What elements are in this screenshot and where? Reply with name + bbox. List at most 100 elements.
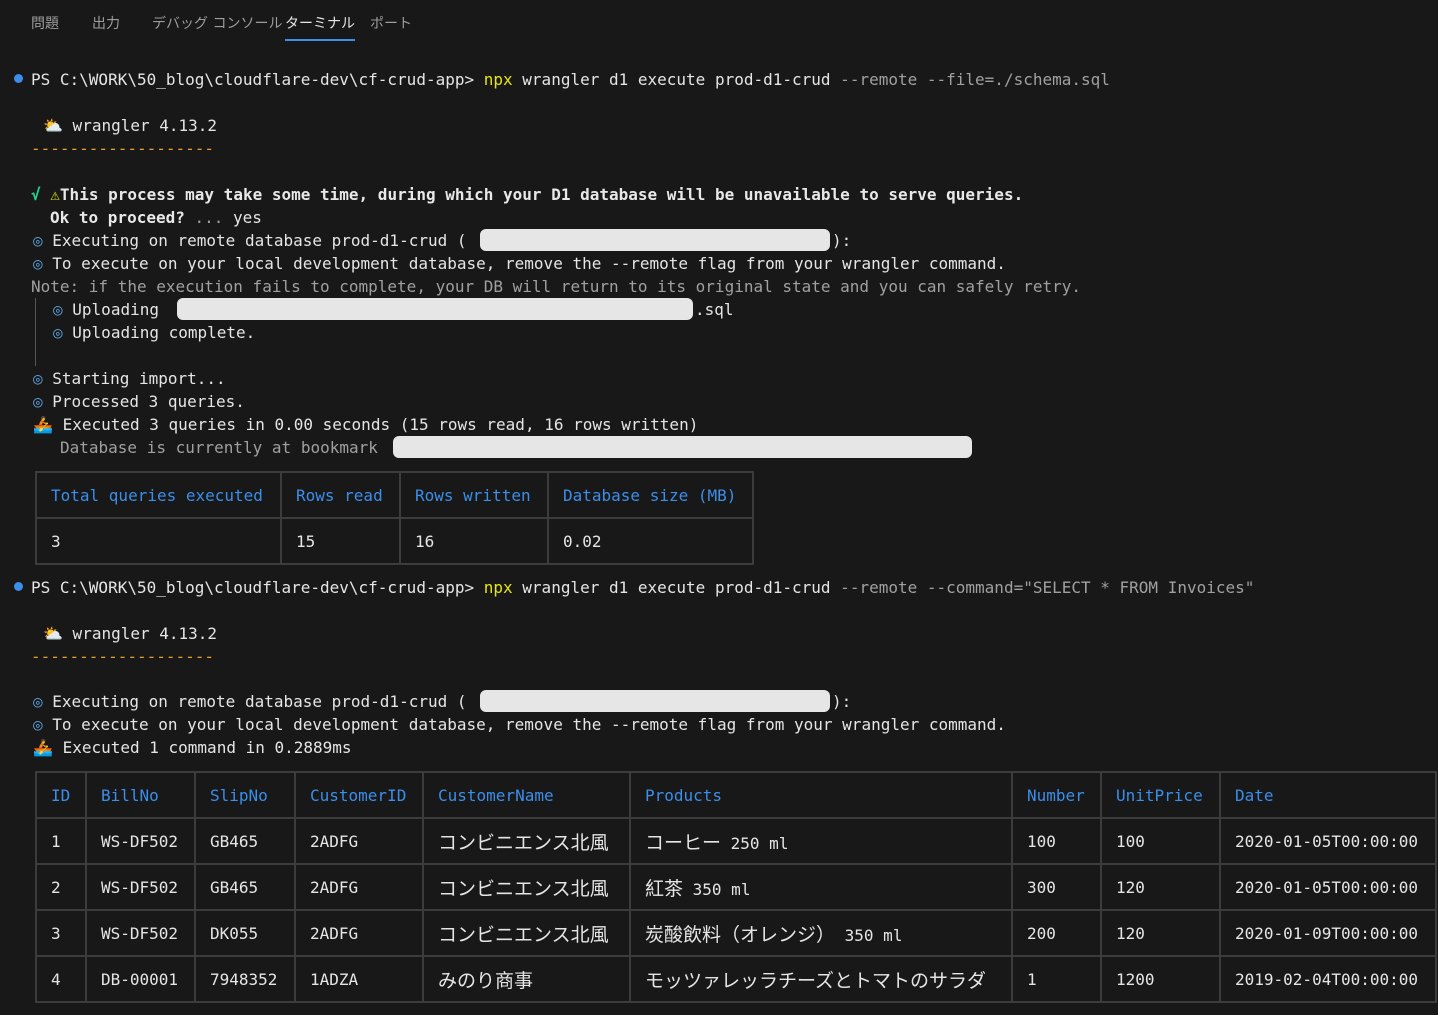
command-decoration-dot[interactable] bbox=[14, 582, 23, 591]
tab-ports[interactable]: ポート bbox=[370, 13, 412, 33]
table-row: 3 WS-DF502 DK055 2ADFG コンビニエンス北風 炭酸飲料（オレ… bbox=[35, 909, 1437, 957]
table-cell: 2020-01-09T00:00:00 bbox=[1219, 909, 1437, 957]
table-cell: GB465 bbox=[194, 863, 296, 911]
table-cell: 3 bbox=[35, 909, 87, 957]
table-header-cell: BillNo bbox=[85, 771, 196, 819]
uploading-line: ◎ Uploading bbox=[53, 300, 159, 319]
table-cell: モッツァレッラチーズとトマトのサラダ bbox=[629, 955, 1013, 1003]
table-cell: 3 bbox=[35, 517, 282, 565]
table-cell: 100 bbox=[1100, 817, 1221, 865]
table-header-row: Total queries executed Rows read Rows wr… bbox=[35, 471, 754, 519]
spiral-icon: ◎ bbox=[33, 231, 43, 250]
table-cell: 4 bbox=[35, 955, 87, 1003]
upload-complete-line: ◎ Uploading complete. bbox=[53, 323, 256, 342]
table-header-cell: Total queries executed bbox=[35, 471, 282, 519]
table-header-cell: ID bbox=[35, 771, 87, 819]
stats-table: Total queries executed Rows read Rows wr… bbox=[35, 471, 754, 565]
table-cell: 16 bbox=[399, 517, 549, 565]
command-flags: --remote --file=./schema.sql bbox=[830, 70, 1110, 89]
spiral-icon: ◎ bbox=[53, 300, 63, 319]
table-header-cell: SlipNo bbox=[194, 771, 296, 819]
table-header-cell: Number bbox=[1011, 771, 1102, 819]
table-cell: コンビニエンス北風 bbox=[422, 817, 631, 865]
table-cell: 1 bbox=[35, 817, 87, 865]
table-cell: 2 bbox=[35, 863, 87, 911]
tab-problems[interactable]: 問題 bbox=[31, 13, 59, 33]
table-cell: 1200 bbox=[1100, 955, 1221, 1003]
table-cell: 0.02 bbox=[547, 517, 754, 565]
table-cell: WS-DF502 bbox=[85, 817, 196, 865]
panel-tabs: 問題 出力 デバッグ コンソール ターミナル ポート bbox=[0, 0, 1438, 46]
table-header-cell: Products bbox=[629, 771, 1013, 819]
table-cell: みのり商事 bbox=[422, 955, 631, 1003]
proceed-line: Ok to proceed? ... yes bbox=[50, 208, 262, 227]
table-cell: 2020-01-05T00:00:00 bbox=[1219, 863, 1437, 911]
table-header-cell: Rows written bbox=[399, 471, 549, 519]
table-header-cell: UnitPrice bbox=[1100, 771, 1221, 819]
table-header-cell: CustomerID bbox=[294, 771, 424, 819]
cloud-icon: ⛅ bbox=[43, 624, 63, 643]
spiral-icon: ◎ bbox=[53, 323, 63, 342]
tab-output[interactable]: 出力 bbox=[92, 13, 120, 33]
check-icon: √ bbox=[31, 185, 41, 204]
command-line-1: PS C:\WORK\50_blog\cloudflare-dev\cf-cru… bbox=[31, 68, 1110, 91]
table-cell: 200 bbox=[1011, 909, 1102, 957]
warning-line: √ ⚠This process may take some time, duri… bbox=[31, 185, 1024, 204]
uploading-ext: .sql bbox=[695, 300, 734, 319]
command-main: wrangler d1 execute prod-d1-crud bbox=[512, 578, 831, 597]
prompt: PS C:\WORK\50_blog\cloudflare-dev\cf-cru… bbox=[31, 70, 484, 89]
command-decoration-dot[interactable] bbox=[14, 74, 23, 83]
prompt: PS C:\WORK\50_blog\cloudflare-dev\cf-cru… bbox=[31, 578, 484, 597]
table-row: 3 15 16 0.02 bbox=[35, 517, 754, 565]
banner-divider: ------------------- bbox=[31, 139, 215, 158]
spiral-icon: ◎ bbox=[33, 715, 43, 734]
spiral-icon: ◎ bbox=[33, 369, 43, 388]
table-cell: 2ADFG bbox=[294, 817, 424, 865]
redacted-database-id bbox=[480, 690, 830, 712]
banner-divider: ------------------- bbox=[31, 647, 215, 666]
table-header-cell: Database size (MB) bbox=[547, 471, 754, 519]
table-header-cell: CustomerName bbox=[422, 771, 631, 819]
starting-import-line: ◎ Starting import... bbox=[33, 369, 226, 388]
tab-debug-console[interactable]: デバッグ コンソール bbox=[152, 13, 282, 33]
redacted-database-id bbox=[480, 229, 830, 251]
table-header-row: ID BillNo SlipNo CustomerID CustomerName… bbox=[35, 771, 1437, 819]
table-cell: 15 bbox=[280, 517, 401, 565]
table-row: 2 WS-DF502 GB465 2ADFG コンビニエンス北風 紅茶 350 … bbox=[35, 863, 1437, 911]
npx-token: npx bbox=[483, 70, 513, 89]
rower-icon: 🚣 bbox=[33, 738, 53, 757]
table-cell: 120 bbox=[1100, 909, 1221, 957]
table-cell: DK055 bbox=[194, 909, 296, 957]
processed-line: ◎ Processed 3 queries. bbox=[33, 392, 245, 411]
table-cell: コンビニエンス北風 bbox=[422, 909, 631, 957]
command-line-2: PS C:\WORK\50_blog\cloudflare-dev\cf-cru… bbox=[31, 576, 1254, 599]
table-cell: GB465 bbox=[194, 817, 296, 865]
redacted-bookmark bbox=[393, 436, 972, 458]
table-cell: コーヒー 250 ml bbox=[629, 817, 1013, 865]
table-cell: コンビニエンス北風 bbox=[422, 863, 631, 911]
table-cell: 1 bbox=[1011, 955, 1102, 1003]
exec-local-line-1: ◎ To execute on your local development d… bbox=[33, 254, 1006, 273]
command-flags: --remote --command="SELECT * FROM Invoic… bbox=[830, 578, 1255, 597]
npx-token: npx bbox=[483, 578, 513, 597]
table-cell: DB-00001 bbox=[85, 955, 196, 1003]
table-row: 4 DB-00001 7948352 1ADZA みのり商事 モッツァレッラチー… bbox=[35, 955, 1437, 1003]
exec-remote-line-1: ◎ Executing on remote database prod-d1-c… bbox=[33, 231, 467, 250]
exec-remote-end: ): bbox=[832, 231, 852, 250]
executed-line-1: 🚣 Executed 3 queries in 0.00 seconds (15… bbox=[33, 415, 699, 434]
invoices-table: ID BillNo SlipNo CustomerID CustomerName… bbox=[35, 771, 1437, 1003]
spiral-icon: ◎ bbox=[33, 254, 43, 273]
exec-remote-line-2: ◎ Executing on remote database prod-d1-c… bbox=[33, 692, 467, 711]
exec-local-line-2: ◎ To execute on your local development d… bbox=[33, 715, 1006, 734]
table-cell: WS-DF502 bbox=[85, 863, 196, 911]
executed-line-2: 🚣 Executed 1 command in 0.2889ms bbox=[33, 738, 352, 757]
table-cell: 2ADFG bbox=[294, 863, 424, 911]
table-cell: WS-DF502 bbox=[85, 909, 196, 957]
table-cell: 2019-02-04T00:00:00 bbox=[1219, 955, 1437, 1003]
warning-icon: ⚠ bbox=[50, 185, 60, 204]
tab-terminal[interactable]: ターミナル bbox=[285, 13, 355, 41]
wrangler-banner: ⛅ wrangler 4.13.2 bbox=[43, 116, 218, 135]
command-main: wrangler d1 execute prod-d1-crud bbox=[512, 70, 831, 89]
table-cell: 100 bbox=[1011, 817, 1102, 865]
spiral-icon: ◎ bbox=[33, 392, 43, 411]
